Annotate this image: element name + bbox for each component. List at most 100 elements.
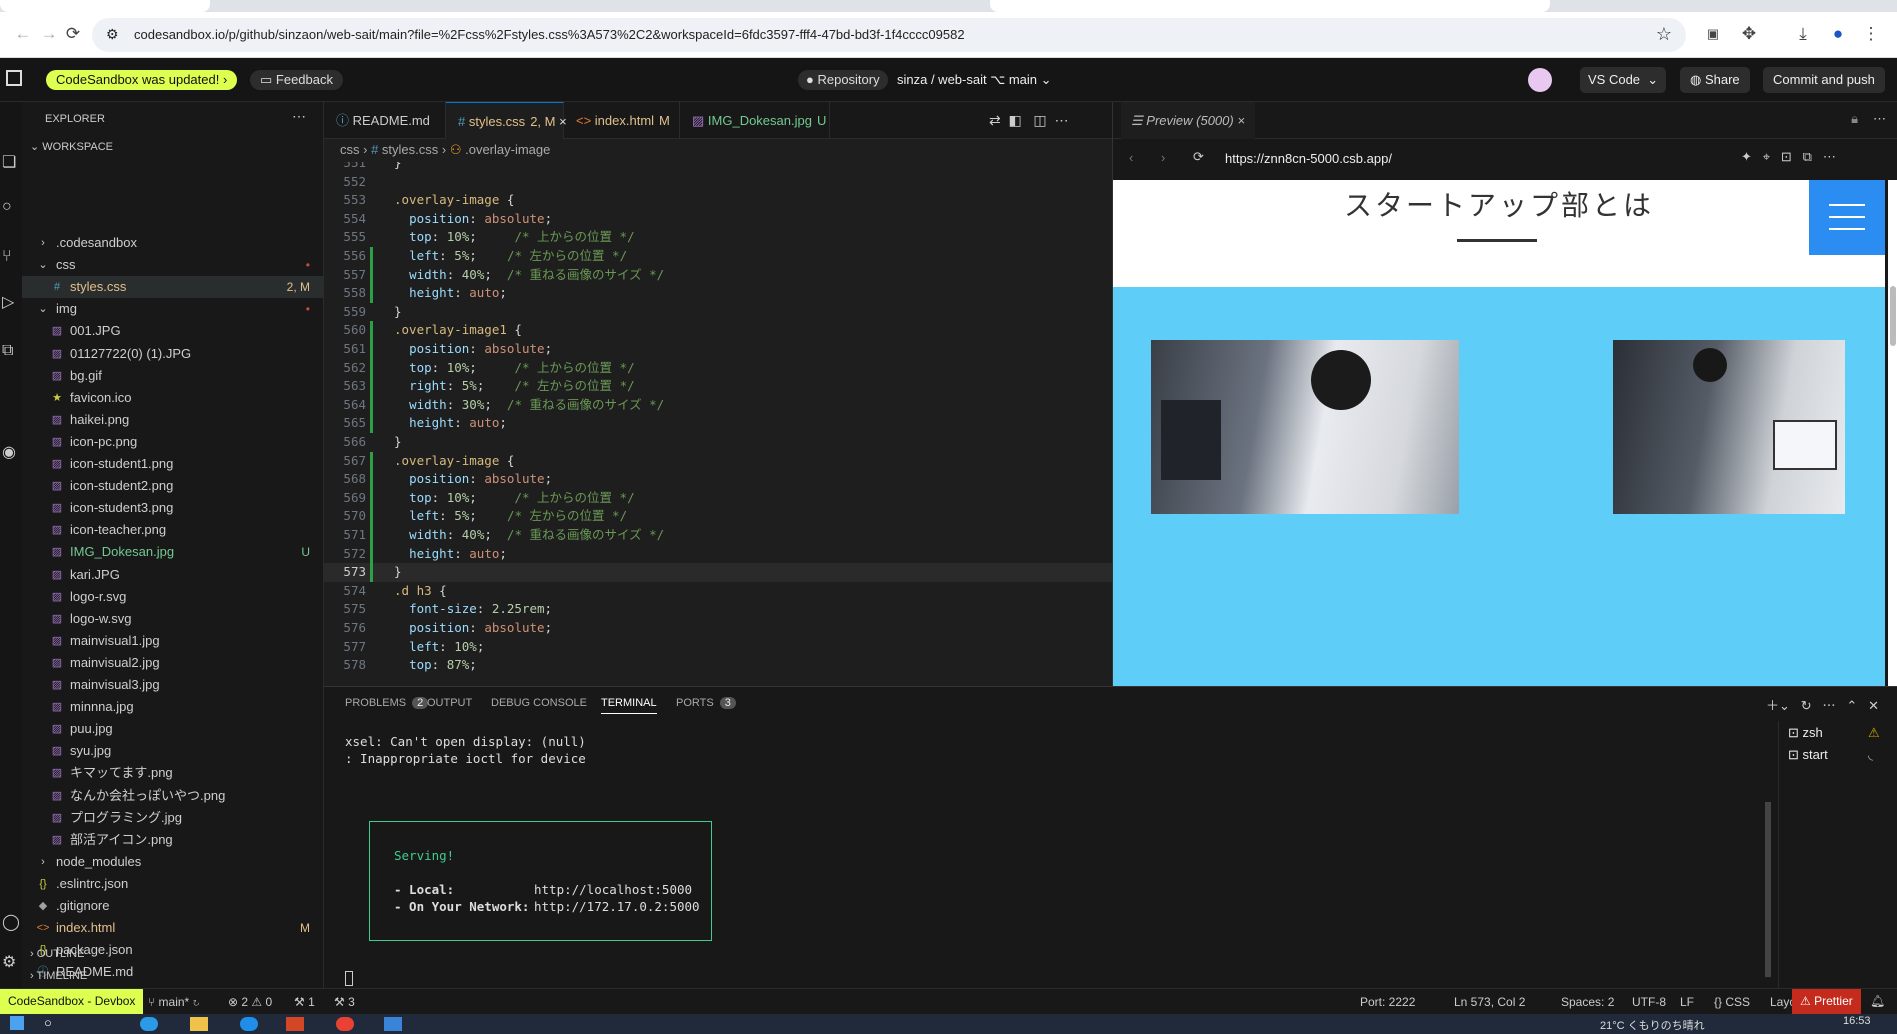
extension-icon[interactable]: ▣: [1700, 21, 1726, 47]
explorer-item[interactable]: ▨ 01127722(0) (1).JPG: [22, 343, 324, 365]
port-status[interactable]: Port: 2222: [1360, 995, 1415, 1009]
breadcrumb-file[interactable]: styles.css: [382, 142, 438, 157]
panel-tab[interactable]: DEBUG CONSOLE: [491, 697, 587, 709]
explorer-item[interactable]: {} .eslintrc.json: [22, 873, 324, 895]
explorer-item[interactable]: ★ favicon.ico: [22, 387, 324, 409]
puzzle-icon[interactable]: ✥: [1736, 21, 1762, 47]
files-icon[interactable]: ❏: [2, 152, 16, 172]
panel-tab[interactable]: OUTPUT: [427, 697, 472, 709]
explorer-item[interactable]: › .codesandbox: [22, 232, 324, 254]
reload-icon[interactable]: ⟳: [60, 21, 86, 47]
language-status[interactable]: {} CSS: [1714, 995, 1750, 1009]
site-info-icon[interactable]: ⚙: [106, 26, 119, 43]
source-control-icon[interactable]: ⑂: [2, 248, 12, 266]
back-icon[interactable]: ←: [10, 21, 36, 47]
explorer-item[interactable]: › node_modules: [22, 851, 324, 873]
toggle-preview-icon[interactable]: ◧: [1009, 112, 1022, 128]
editor-tab[interactable]: ⓘ README.md: [324, 102, 446, 139]
explorer-item[interactable]: ▨ mainvisual1.jpg: [22, 630, 324, 652]
explorer-item[interactable]: <> index.html M: [22, 917, 324, 939]
restart-icon[interactable]: ↻: [1801, 698, 1812, 713]
explorer-item[interactable]: ⌄ css •: [22, 254, 324, 276]
explorer-item[interactable]: ▨ kari.JPG: [22, 564, 324, 586]
terminal-scrollbar[interactable]: [1765, 802, 1771, 977]
start-icon[interactable]: [10, 1016, 24, 1030]
explorer-item[interactable]: ▨ icon-teacher.png: [22, 519, 324, 541]
editor-tab[interactable]: ▨ IMG_Dokesan.jpg U: [680, 102, 830, 139]
vscode-button[interactable]: VS Code ⌄: [1580, 67, 1667, 93]
eol-status[interactable]: LF: [1680, 995, 1694, 1009]
new-terminal-icon[interactable]: ＋: [1766, 698, 1779, 713]
explorer-item[interactable]: ▨ mainvisual2.jpg: [22, 652, 324, 674]
terminal[interactable]: xsel: Can't open display: (null) : Inapp…: [324, 721, 1764, 989]
lock-icon[interactable]: 🔒︎: [1851, 111, 1858, 127]
run-icon[interactable]: ▷: [2, 292, 14, 312]
explorer-item[interactable]: ▨ icon-student2.png: [22, 475, 324, 497]
explorer-item[interactable]: ▨ なんか会社っぽいやつ.png: [22, 785, 324, 807]
folder-icon[interactable]: [190, 1017, 208, 1031]
explorer-item[interactable]: ▨ logo-r.svg: [22, 586, 324, 608]
preview-more-icon[interactable]: ⋯: [1873, 111, 1886, 127]
panel-tab[interactable]: PROBLEMS 2: [345, 697, 429, 709]
taskbar-search-icon[interactable]: ○: [44, 1015, 52, 1030]
commit-push-button[interactable]: Commit and push: [1763, 67, 1885, 93]
explorer-item[interactable]: ▨ 部活アイコン.png: [22, 829, 324, 851]
workspace-header[interactable]: ⌄ WORKSPACE: [30, 140, 113, 153]
edge-icon[interactable]: [140, 1017, 158, 1031]
compare-icon[interactable]: ⇄: [989, 112, 1001, 128]
address-bar[interactable]: ⚙ codesandbox.io/p/github/sinzaon/web-sa…: [92, 18, 1686, 52]
feedback-button[interactable]: ▭ Feedback: [250, 70, 343, 90]
account-icon[interactable]: ◯: [2, 912, 20, 932]
browser-tab-active[interactable]: [990, 0, 1550, 12]
settings-gear-icon[interactable]: ⚙: [2, 952, 16, 972]
preview-forward-icon[interactable]: ›: [1161, 150, 1165, 165]
repository-button[interactable]: ● Repository: [798, 70, 888, 90]
target-icon[interactable]: ⌖: [1763, 149, 1770, 164]
panel-more-icon[interactable]: ⋯: [1822, 698, 1835, 713]
code-editor[interactable]: 551} 552 553 .overlay-image {554 position: …: [324, 162, 1112, 686]
magic-icon[interactable]: ✦: [1741, 149, 1752, 164]
explorer-item[interactable]: ⌄ img •: [22, 298, 324, 320]
editor-tab[interactable]: # styles.css 2, M ×: [446, 102, 567, 139]
close-panel-icon[interactable]: ✕: [1868, 698, 1879, 713]
download-icon[interactable]: ⤓: [1790, 21, 1816, 47]
outline-section[interactable]: › OUTLINE: [30, 948, 84, 960]
breadcrumb-folder[interactable]: css: [340, 142, 360, 157]
github-icon[interactable]: ◉: [2, 442, 16, 462]
preview-back-icon[interactable]: ‹: [1129, 150, 1133, 165]
explorer-item[interactable]: ▨ haikei.png: [22, 409, 324, 431]
more-actions-icon[interactable]: ⋯: [292, 108, 306, 125]
search-icon[interactable]: ○: [2, 198, 12, 216]
devtools-icon[interactable]: ⊡: [1781, 149, 1792, 164]
panel-tab[interactable]: TERMINAL: [601, 697, 657, 714]
session-zsh[interactable]: ⊡ zsh ⚠: [1788, 725, 1880, 741]
preview-viewport[interactable]: スタートアップ部とは: [1113, 180, 1885, 686]
scrollbar-thumb[interactable]: [1890, 286, 1896, 346]
explorer-item[interactable]: ▨ 001.JPG: [22, 320, 324, 342]
photos-icon[interactable]: [384, 1017, 402, 1031]
share-button[interactable]: ◍ Share: [1680, 67, 1750, 93]
forward-icon[interactable]: →: [36, 21, 62, 47]
problems-status[interactable]: ⊗ 2 ⚠ 0: [228, 995, 272, 1009]
preview-scrollbar[interactable]: [1888, 180, 1897, 686]
explorer-item[interactable]: ▨ icon-student1.png: [22, 453, 324, 475]
ports-status-1[interactable]: ⚒ 1: [294, 995, 315, 1009]
devbox-badge[interactable]: CodeSandbox - Devbox: [0, 989, 144, 1014]
split-editor-icon[interactable]: ◫: [1033, 112, 1046, 128]
network-url[interactable]: http://172.17.0.2:5000: [534, 899, 700, 914]
preview-url[interactable]: https://znn8cn-5000.csb.app/: [1225, 151, 1392, 166]
explorer-item[interactable]: ▨ minnna.jpg: [22, 696, 324, 718]
explorer-item[interactable]: ▨ bg.gif: [22, 365, 324, 387]
prettier-status[interactable]: ⚠ Prettier: [1792, 989, 1861, 1014]
editor-more-icon[interactable]: ⋯: [1054, 112, 1068, 128]
extensions-icon[interactable]: ⧉: [2, 342, 13, 360]
encoding-status[interactable]: UTF-8: [1632, 995, 1666, 1009]
breadcrumb-symbol[interactable]: .overlay-image: [465, 142, 550, 157]
indent-status[interactable]: Spaces: 2: [1561, 995, 1614, 1009]
powerpoint-icon[interactable]: [286, 1017, 304, 1031]
explorer-item[interactable]: ▨ icon-pc.png: [22, 431, 324, 453]
preview-tab[interactable]: ☰ Preview (5000) ×: [1121, 102, 1255, 139]
open-external-icon[interactable]: ⧉: [1803, 149, 1812, 164]
ie-icon[interactable]: [240, 1017, 258, 1031]
preview-reload-icon[interactable]: ⟳: [1193, 149, 1204, 165]
